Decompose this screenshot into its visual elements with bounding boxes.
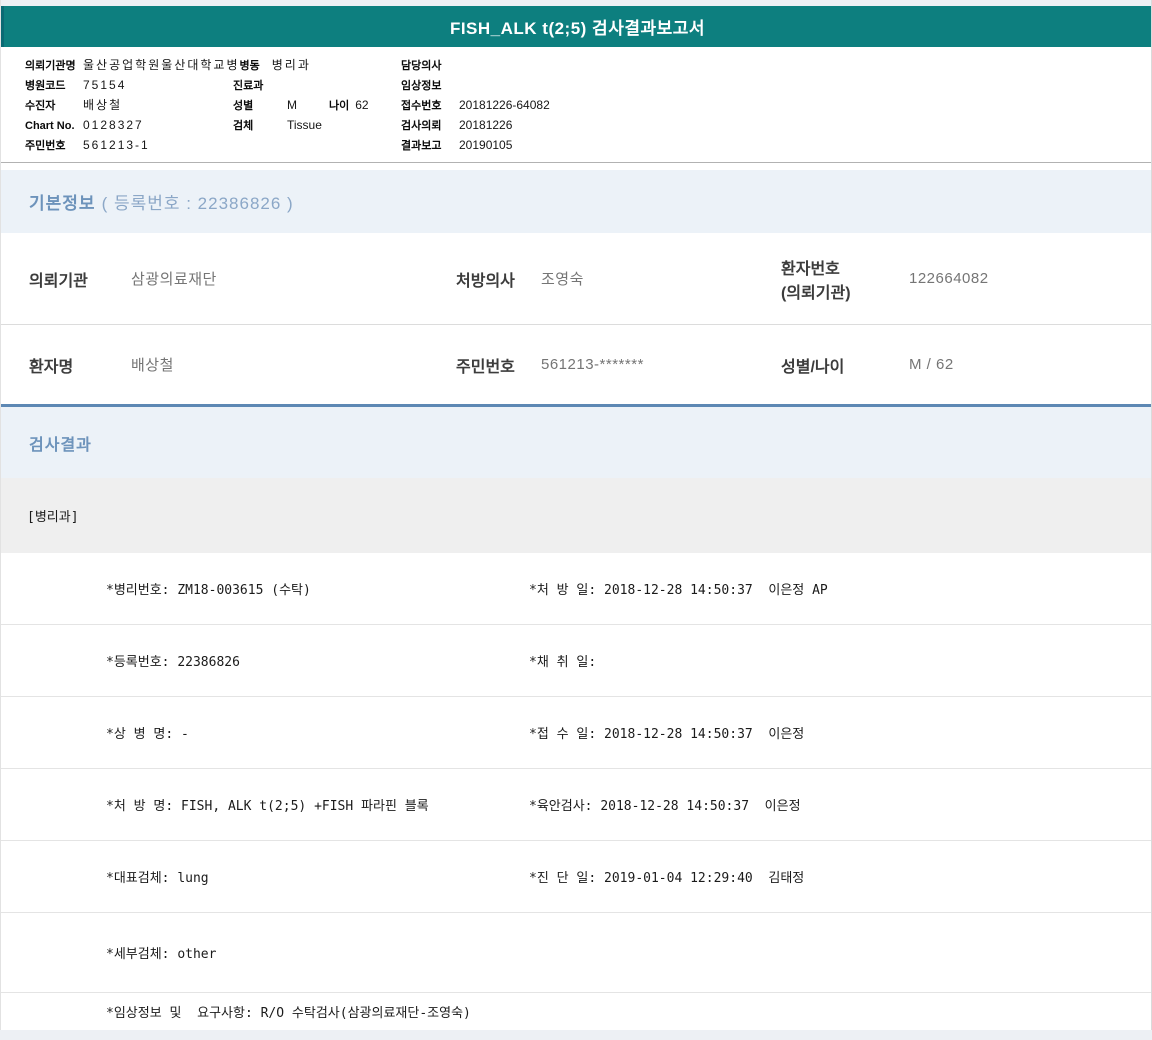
header-row-resident-no: 주민번호 561213-1: [25, 136, 1151, 156]
chart-no-value: 0128327: [83, 118, 144, 132]
header-row-receipt-no: 접수번호 20181226-64082: [401, 96, 550, 116]
disease-name-field: *상 병 명: -: [106, 727, 189, 742]
collection-date-field: *채 취 일:: [529, 655, 597, 670]
chart-no-label: Chart No.: [25, 120, 75, 132]
patient-label: 수진자: [25, 100, 56, 112]
results-section-header: 검사결과: [1, 404, 1151, 478]
ward-value: 병리과: [271, 58, 311, 72]
report-title: FISH_ALK t(2;5) 검사결과보고서: [449, 19, 706, 38]
receipt-date-field: *접 수 일: 2018-12-28 14:50:37 이은정: [529, 727, 805, 742]
prescription-name-field: *처 방 명: FISH, ALK t(2;5) +FISH 파라핀 블록: [106, 799, 429, 814]
referring-org-value: 삼광의료재단: [131, 271, 217, 288]
specimen-label: 검체: [233, 120, 254, 132]
gross-exam-field: *육안검사: 2018-12-28 14:50:37 이은정: [529, 799, 801, 814]
report-header-right: 담당의사 임상정보 접수번호 20181226-64082 검사의뢰 2018122…: [401, 56, 550, 156]
basic-info-title: 기본정보: [29, 194, 96, 213]
prescribing-doctor-value: 조영숙: [541, 271, 584, 288]
patient-name-value: 배상철: [131, 357, 174, 374]
hospital-code-value: 75154: [83, 78, 127, 92]
specimen-value: Tissue: [287, 118, 322, 132]
resident-reg-no-label: 주민번호: [456, 358, 515, 376]
registration-no-field: *등록번호: 22386826: [106, 655, 240, 670]
pathology-no-field: *병리번호: ZM18-003615 (수탁): [106, 583, 311, 598]
result-field-row: *상 병 명: - *접 수 일: 2018-12-28 14:50:37 이은…: [1, 697, 1151, 769]
basic-info-section-header: 기본정보 ( 등록번호 : 22386826 ): [1, 170, 1151, 233]
prescribing-doctor-label: 처방의사: [456, 272, 515, 290]
result-field-row: *등록번호: 22386826 *채 취 일:: [1, 625, 1151, 697]
sex-age-label: 성별/나이: [781, 358, 845, 376]
header-row-doctor: 담당의사: [401, 56, 550, 76]
institution-value: 울산공업학원울산대학교병: [83, 58, 240, 72]
prescription-date-field: *처 방 일: 2018-12-28 14:50:37 이은정 AP: [529, 583, 828, 598]
sex-label: 성별: [233, 100, 254, 112]
resident-no-value: 561213-1: [83, 138, 150, 152]
result-field-row: *처 방 명: FISH, ALK t(2;5) +FISH 파라핀 블록 *육…: [1, 769, 1151, 841]
receipt-no-value: 20181226-64082: [459, 98, 550, 112]
receipt-no-label: 접수번호: [401, 100, 442, 112]
result-field-row: *병리번호: ZM18-003615 (수탁) *처 방 일: 2018-12-…: [1, 553, 1151, 625]
department-name: [병리과]: [27, 510, 79, 525]
table-row: 환자명 배상철 주민번호 561213-******* 성별/나이 M / 62: [1, 325, 1151, 404]
clinical-request-field: *임상정보 및 요구사항: R/O 수탁검사(삼광의료재단-조영숙): [106, 1006, 471, 1021]
clinical-info-label: 임상정보: [401, 80, 442, 92]
doctor-in-charge-label: 담당의사: [401, 60, 442, 72]
results-title: 검사결과: [29, 436, 92, 454]
header-row-clinical-info: 임상정보: [401, 76, 550, 96]
patient-value: 배상철: [83, 98, 123, 112]
header-row-hospital-code: 병원코드 75154 진료과: [25, 76, 1151, 96]
patient-no-label-line2: (의뢰기관): [781, 284, 851, 302]
result-field-row: *세부검체: other: [1, 913, 1151, 993]
patient-name-label: 환자명: [29, 358, 74, 376]
report-date-value: 20190105: [459, 138, 513, 152]
resident-no-label: 주민번호: [25, 140, 66, 152]
hospital-code-label: 병원코드: [25, 80, 66, 92]
referring-org-label: 의뢰기관: [29, 272, 88, 290]
result-field-row: *임상정보 및 요구사항: R/O 수탁검사(삼광의료재단-조영숙): [1, 993, 1151, 1030]
result-field-row: *대표검체: lung *진 단 일: 2019-01-04 12:29:40 …: [1, 841, 1151, 913]
request-date-label: 검사의뢰: [401, 120, 442, 132]
resident-reg-no-value: 561213-*******: [541, 356, 644, 373]
report-header: 의뢰기관명 울산공업학원울산대학교병병동 병리과 병원코드 75154 진료과 수진자 배…: [1, 47, 1151, 163]
request-date-value: 20181226: [459, 118, 513, 132]
department-row: [병리과]: [1, 478, 1151, 553]
age-value: 62: [355, 98, 369, 112]
section-gap: [1, 163, 1151, 170]
header-row-report-date: 결과보고 20190105: [401, 136, 550, 156]
sex-age-value: M / 62: [909, 356, 954, 373]
age-label: 나이: [329, 100, 350, 112]
patient-no-label: 환자번호 (의뢰기관): [781, 255, 909, 303]
patient-no-value: 122664082: [909, 270, 989, 287]
main-specimen-field: *대표검체: lung: [106, 871, 209, 886]
clinic-dept-label: 진료과: [233, 80, 264, 92]
ward-label: 병동: [239, 60, 260, 72]
report-date-label: 결과보고: [401, 140, 442, 152]
sex-value: M: [287, 98, 299, 112]
report-title-bar: FISH_ALK t(2;5) 검사결과보고서: [1, 6, 1151, 47]
header-row-institution: 의뢰기관명 울산공업학원울산대학교병병동 병리과: [25, 56, 1151, 76]
patient-no-label-line1: 환자번호: [781, 260, 840, 278]
basic-info-table: 의뢰기관 삼광의료재단 처방의사 조영숙 환자번호 (의뢰기관) 12266408…: [1, 233, 1151, 404]
basic-info-registration-no: ( 등록번호 : 22386826 ): [101, 194, 294, 213]
table-row: 의뢰기관 삼광의료재단 처방의사 조영숙 환자번호 (의뢰기관) 12266408…: [1, 233, 1151, 325]
diagnosis-date-field: *진 단 일: 2019-01-04 12:29:40 김태정: [529, 871, 805, 886]
header-row-chart-no: Chart No. 0128327 검체 Tissue: [25, 116, 1151, 136]
sub-specimen-field: *세부검체: other: [106, 947, 217, 962]
header-row-patient: 수진자 배상철 성별 M 나이 62: [25, 96, 1151, 116]
institution-label: 의뢰기관명: [25, 60, 76, 72]
report-page: FISH_ALK t(2;5) 검사결과보고서 의뢰기관명 울산공업학원울산대학교…: [0, 0, 1152, 1030]
header-row-request-date: 검사의뢰 20181226: [401, 116, 550, 136]
